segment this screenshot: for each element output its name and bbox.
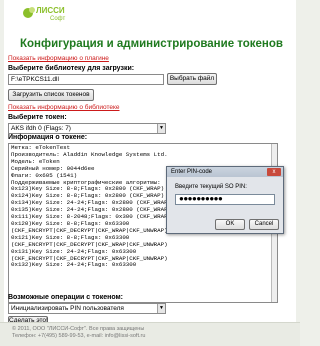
token-select[interactable]: AKS ifdh 0 (Flags: 7) ▼ <box>8 123 166 134</box>
token-label: Выберите токен: <box>8 114 67 121</box>
library-path-input[interactable]: F:\eTPKCS11.dll <box>8 74 164 85</box>
token-select-value: AKS ifdh 0 (Flags: 7) <box>11 125 71 132</box>
page-title: Конфигурация и администрирование токенов <box>20 38 283 50</box>
operation-select[interactable]: Инициализировать PIN пользователя ▼ <box>8 303 166 314</box>
logo-graphic: ЛИССИ Софт <box>23 6 65 22</box>
pin-input[interactable]: ●●●●●●●●●● <box>175 194 275 205</box>
close-icon[interactable]: x <box>267 168 281 176</box>
pin-dialog-title: Enter PIN-code <box>171 169 213 175</box>
pin-dialog-titlebar: Enter PIN-code x <box>167 167 283 177</box>
operations-label: Возможные операции с токеном: <box>8 294 124 301</box>
lissi-logo: ЛИССИ Софт <box>22 3 82 23</box>
logo-text-bottom: Софт <box>50 16 65 22</box>
operation-select-value: Инициализировать PIN пользователя <box>11 305 124 312</box>
chevron-down-icon: ▼ <box>157 304 165 313</box>
chevron-down-icon: ▼ <box>157 124 165 133</box>
cancel-button[interactable]: Cancel <box>249 219 279 230</box>
footer-contacts: Телефон: +7(495) 589-99-53, e-mail: info… <box>12 333 146 339</box>
info-line: 0x132)Key Size: 24-24;Flags: 0x63300 <box>11 261 137 269</box>
footer: © 2011, ООО "ЛИССИ-Софт". Все права защи… <box>0 322 300 346</box>
plugin-info-link[interactable]: Показать информацию о плагине <box>8 55 109 62</box>
footer-copyright: © 2011, ООО "ЛИССИ-Софт". Все права защи… <box>12 326 145 332</box>
ok-button[interactable]: OK <box>215 219 245 230</box>
pin-dialog: Enter PIN-code x Введите текущий SO PIN:… <box>166 166 284 234</box>
library-info-link[interactable]: Показать информацию о библиотеке <box>8 104 120 111</box>
choose-file-button[interactable]: Выбрать файл <box>167 73 217 85</box>
pin-prompt: Введите текущий SO PIN: <box>175 184 247 190</box>
logo-text-top: ЛИССИ <box>36 6 65 15</box>
token-info-label: Информация о токене: <box>8 134 88 141</box>
library-label: Выберите библиотеку для загрузки: <box>8 65 135 72</box>
load-token-list-button[interactable]: Загрузить список токенов <box>8 89 94 101</box>
